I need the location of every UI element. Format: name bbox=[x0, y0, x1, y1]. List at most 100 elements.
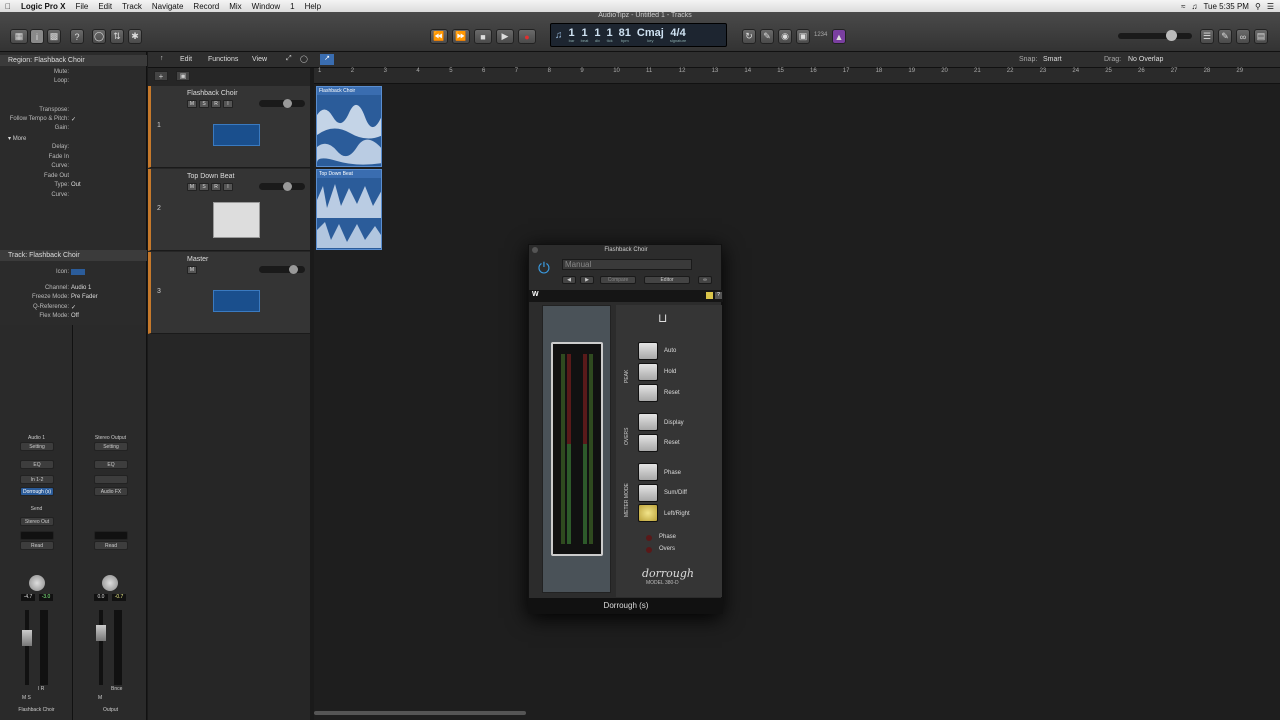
menu-screenset[interactable]: Help bbox=[300, 2, 326, 11]
menu-mix[interactable]: Mix bbox=[224, 2, 246, 11]
track-volume-slider[interactable] bbox=[259, 99, 305, 108]
inspector-row[interactable]: Flex Mode: Off bbox=[0, 313, 147, 322]
track-volume-slider[interactable] bbox=[259, 182, 305, 191]
apple-menu-icon[interactable]:  bbox=[0, 2, 16, 11]
loop-browser-button[interactable]: ∞ bbox=[1236, 29, 1250, 44]
master-volume-knob[interactable] bbox=[1166, 30, 1177, 41]
stop-button[interactable]: ■ bbox=[474, 29, 492, 44]
strip-bounce-button[interactable]: Bnce bbox=[111, 686, 122, 692]
inspector-row[interactable]: Channel: Audio 1 bbox=[0, 285, 147, 294]
play-button[interactable]: ▶ bbox=[496, 29, 514, 44]
menu-view[interactable]: Window bbox=[247, 2, 285, 11]
inspector-row[interactable]: Mute: bbox=[0, 69, 147, 78]
strip-group-slot[interactable] bbox=[20, 531, 54, 540]
track-volume-slider[interactable] bbox=[259, 265, 305, 274]
strip-setting-button[interactable]: Setting bbox=[20, 442, 54, 451]
wifi-icon[interactable]: ≈ bbox=[1181, 2, 1185, 11]
menu-window[interactable]: 1 bbox=[285, 2, 299, 11]
inspector-row[interactable]: Q-Reference: ✓ bbox=[0, 304, 147, 313]
strip-input-slot[interactable]: In 1-2 bbox=[20, 475, 54, 484]
toolbar-button[interactable]: ▩ bbox=[47, 29, 61, 44]
strip-peak-value[interactable]: -0.7 bbox=[112, 594, 126, 601]
inspector-row[interactable]: Freeze Mode: Pre Fader bbox=[0, 294, 147, 303]
quick-help-button[interactable]: ? bbox=[70, 29, 84, 44]
volume-knob[interactable] bbox=[283, 99, 292, 108]
horizontal-scrollbar[interactable] bbox=[314, 711, 526, 715]
mode-left-right-button[interactable] bbox=[638, 504, 658, 522]
inspector-row[interactable]: Loop: bbox=[0, 78, 147, 87]
inspector-row[interactable]: Icon: bbox=[0, 269, 147, 278]
inspector-row[interactable]: Transpose: bbox=[0, 107, 147, 116]
record-enable-button[interactable]: R bbox=[211, 100, 221, 108]
notepad-button[interactable]: ✎ bbox=[1218, 29, 1232, 44]
snap-select[interactable]: Smart bbox=[1043, 56, 1062, 63]
inspector-row[interactable]: Curve: bbox=[0, 163, 147, 172]
strip-ms-buttons[interactable]: M S bbox=[22, 695, 31, 701]
preset-menu[interactable]: Manual bbox=[562, 259, 692, 270]
track-row[interactable]: 3 Master M bbox=[148, 252, 310, 334]
next-preset-button[interactable]: ▶ bbox=[580, 276, 594, 284]
app-menu[interactable]: Logic Pro X bbox=[16, 2, 70, 11]
menu-edit[interactable]: Edit bbox=[93, 2, 117, 11]
region-inspector-header[interactable]: Region: Flashback Choir bbox=[0, 55, 147, 66]
solo-button[interactable]: ◉ bbox=[778, 29, 792, 44]
cycle-button[interactable]: ↻ bbox=[742, 29, 756, 44]
mute-button[interactable]: M bbox=[187, 100, 197, 108]
track-name[interactable]: Top Down Beat bbox=[187, 173, 234, 180]
track-name[interactable]: Flashback Choir bbox=[187, 90, 238, 97]
input-monitor-button[interactable]: I bbox=[223, 100, 233, 108]
strip-volume-value[interactable]: -4.7 bbox=[21, 594, 35, 601]
record-button[interactable]: ● bbox=[518, 29, 536, 44]
strip-automation-button[interactable]: Read bbox=[20, 541, 54, 550]
spotlight-icon[interactable]: ⚲ bbox=[1255, 2, 1261, 11]
forward-button[interactable]: ⏩ bbox=[452, 29, 470, 44]
waves-toolbar[interactable]: W ? bbox=[529, 290, 723, 302]
view-menu[interactable]: View bbox=[252, 56, 267, 63]
tuner-icon[interactable]: ♫ bbox=[555, 30, 563, 41]
peak-hold-button[interactable] bbox=[638, 363, 658, 381]
volume-icon[interactable]: ♫ bbox=[1191, 2, 1197, 11]
strip-fader-cap[interactable] bbox=[22, 630, 32, 646]
volume-knob[interactable] bbox=[283, 182, 292, 191]
strip-pan-knob[interactable] bbox=[29, 575, 45, 591]
peak-auto-button[interactable] bbox=[638, 342, 658, 360]
mute-button[interactable]: M bbox=[187, 183, 197, 191]
inspector-button[interactable]: i bbox=[30, 29, 44, 44]
menu-track[interactable]: Track bbox=[117, 2, 147, 11]
track-row[interactable]: 2 Top Down Beat MSRI bbox=[148, 169, 310, 251]
catch-icon[interactable]: ⤢ bbox=[286, 55, 292, 63]
link-icon[interactable]: ∞ bbox=[698, 276, 712, 284]
compare-button[interactable]: Compare bbox=[600, 276, 636, 284]
mixer-button[interactable]: ⇅ bbox=[110, 29, 124, 44]
strip-plugin-slot[interactable]: Dorrough (s) bbox=[20, 487, 54, 496]
bar-ruler[interactable]: 1 2 3 4 5 6 7 8 9 10 11 12 13 14 15 16 17 18 19 20 21 22 23 24 2… bbox=[314, 68, 1280, 84]
inspector-row[interactable]: Curve: bbox=[0, 192, 147, 201]
peak-reset-button[interactable] bbox=[638, 384, 658, 402]
back-icon[interactable]: ↑ bbox=[160, 55, 164, 62]
mode-sum-diff-button[interactable] bbox=[638, 484, 658, 502]
pointer-tool-icon[interactable]: ↗ bbox=[320, 54, 334, 65]
solo-button[interactable]: S bbox=[199, 183, 209, 191]
strip-ir-buttons[interactable]: I R bbox=[38, 686, 44, 692]
metronome-button[interactable]: ▲ bbox=[832, 29, 846, 44]
inspector-row[interactable]: Fade In bbox=[0, 154, 147, 163]
clock[interactable]: Tue 5:35 PM bbox=[1203, 2, 1249, 11]
strip-pan-knob[interactable] bbox=[102, 575, 118, 591]
strip-fader-cap[interactable] bbox=[96, 625, 106, 641]
arrange-area[interactable]: Flashback Choir Top Down Beat bbox=[314, 84, 1280, 720]
strip-plugin-slot[interactable]: Audio FX bbox=[94, 487, 128, 496]
functions-menu[interactable]: Functions bbox=[208, 56, 238, 63]
overs-display-button[interactable] bbox=[638, 413, 658, 431]
edit-menu[interactable]: Edit bbox=[180, 56, 192, 63]
previous-preset-button[interactable]: ◀ bbox=[562, 276, 576, 284]
solo-button[interactable]: S bbox=[199, 100, 209, 108]
menu-file[interactable]: File bbox=[70, 2, 93, 11]
menu-record[interactable]: Record bbox=[188, 2, 224, 11]
drag-select[interactable]: No Overlap bbox=[1128, 56, 1163, 63]
volume-knob[interactable] bbox=[289, 265, 298, 274]
waves-save-icon[interactable] bbox=[706, 292, 713, 299]
overs-reset-button[interactable] bbox=[638, 434, 658, 452]
strip-fader-track[interactable] bbox=[25, 610, 29, 685]
folder-icon[interactable]: ▣ bbox=[176, 71, 190, 81]
rewind-button[interactable]: ⏪ bbox=[430, 29, 448, 44]
